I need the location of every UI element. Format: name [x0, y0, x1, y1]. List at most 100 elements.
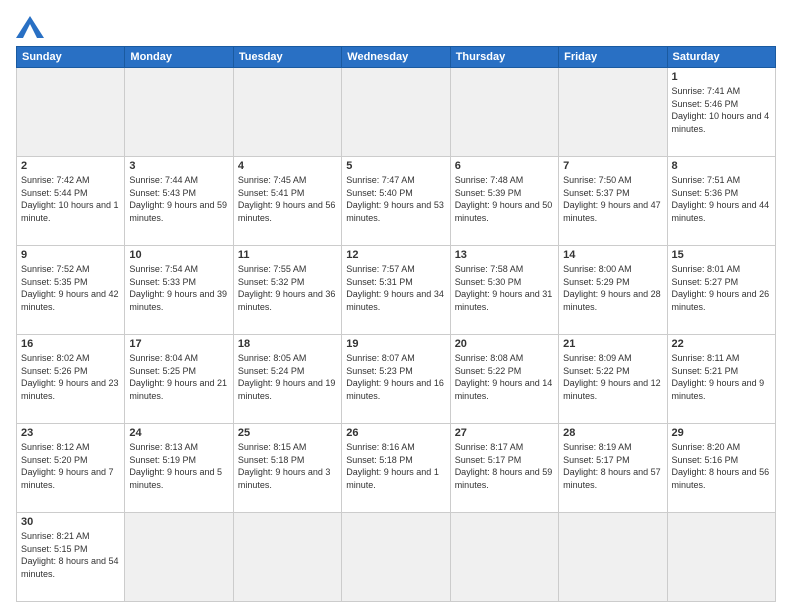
day-info: Sunrise: 8:21 AM Sunset: 5:15 PM Dayligh…	[21, 530, 120, 580]
day-info: Sunrise: 7:45 AM Sunset: 5:41 PM Dayligh…	[238, 174, 337, 224]
day-number: 2	[21, 160, 120, 172]
day-info: Sunrise: 8:12 AM Sunset: 5:20 PM Dayligh…	[21, 441, 120, 491]
day-number: 14	[563, 249, 662, 261]
calendar-cell: 21 Sunrise: 8:09 AM Sunset: 5:22 PM Dayli…	[559, 335, 667, 424]
day-number: 12	[346, 249, 445, 261]
calendar-header-saturday: Saturday	[667, 47, 775, 68]
day-number: 3	[129, 160, 228, 172]
calendar-cell	[125, 513, 233, 602]
day-number: 11	[238, 249, 337, 261]
calendar-cell	[125, 68, 233, 157]
calendar-week-row: 9Sunrise: 7:52 AM Sunset: 5:35 PM Daylig…	[17, 246, 776, 335]
calendar-cell	[559, 513, 667, 602]
day-info: Sunrise: 8:16 AM Sunset: 5:18 PM Dayligh…	[346, 441, 445, 491]
calendar-cell	[233, 513, 341, 602]
day-number: 18	[238, 338, 337, 350]
calendar-header-sunday: Sunday	[17, 47, 125, 68]
day-number: 30	[21, 516, 120, 528]
calendar-cell	[342, 513, 450, 602]
calendar-cell: 28 Sunrise: 8:19 AM Sunset: 5:17 PM Dayli…	[559, 424, 667, 513]
day-info: Sunrise: 8:01 AM Sunset: 5:27 PM Dayligh…	[672, 263, 771, 313]
day-number: 27	[455, 427, 554, 439]
day-info: Sunrise: 7:41 AM Sunset: 5:46 PM Dayligh…	[672, 85, 771, 135]
day-info: Sunrise: 7:58 AM Sunset: 5:30 PM Dayligh…	[455, 263, 554, 313]
calendar-cell: 1 Sunrise: 7:41 AM Sunset: 5:46 PM Daylig…	[667, 68, 775, 157]
calendar-cell: 10Sunrise: 7:54 AM Sunset: 5:33 PM Dayli…	[125, 246, 233, 335]
day-info: Sunrise: 8:02 AM Sunset: 5:26 PM Dayligh…	[21, 352, 120, 402]
page: SundayMondayTuesdayWednesdayThursdayFrid…	[0, 0, 792, 612]
day-number: 10	[129, 249, 228, 261]
day-info: Sunrise: 7:51 AM Sunset: 5:36 PM Dayligh…	[672, 174, 771, 224]
calendar-cell: 11Sunrise: 7:55 AM Sunset: 5:32 PM Dayli…	[233, 246, 341, 335]
day-number: 9	[21, 249, 120, 261]
day-number: 16	[21, 338, 120, 350]
calendar-cell: 30 Sunrise: 8:21 AM Sunset: 5:15 PM Dayli…	[17, 513, 125, 602]
day-info: Sunrise: 7:57 AM Sunset: 5:31 PM Dayligh…	[346, 263, 445, 313]
calendar-header-monday: Monday	[125, 47, 233, 68]
day-number: 15	[672, 249, 771, 261]
day-number: 21	[563, 338, 662, 350]
day-info: Sunrise: 7:50 AM Sunset: 5:37 PM Dayligh…	[563, 174, 662, 224]
day-info: Sunrise: 7:44 AM Sunset: 5:43 PM Dayligh…	[129, 174, 228, 224]
day-number: 26	[346, 427, 445, 439]
calendar: SundayMondayTuesdayWednesdayThursdayFrid…	[16, 46, 776, 602]
day-info: Sunrise: 8:19 AM Sunset: 5:17 PM Dayligh…	[563, 441, 662, 491]
calendar-cell: 6 Sunrise: 7:48 AM Sunset: 5:39 PM Daylig…	[450, 157, 558, 246]
calendar-cell	[450, 68, 558, 157]
calendar-cell: 23Sunrise: 8:12 AM Sunset: 5:20 PM Dayli…	[17, 424, 125, 513]
calendar-cell: 20Sunrise: 8:08 AM Sunset: 5:22 PM Dayli…	[450, 335, 558, 424]
calendar-cell: 8Sunrise: 7:51 AM Sunset: 5:36 PM Daylig…	[667, 157, 775, 246]
calendar-cell: 5 Sunrise: 7:47 AM Sunset: 5:40 PM Daylig…	[342, 157, 450, 246]
calendar-header-wednesday: Wednesday	[342, 47, 450, 68]
calendar-cell	[233, 68, 341, 157]
calendar-cell: 4 Sunrise: 7:45 AM Sunset: 5:41 PM Daylig…	[233, 157, 341, 246]
calendar-cell	[450, 513, 558, 602]
day-number: 25	[238, 427, 337, 439]
calendar-cell: 25 Sunrise: 8:15 AM Sunset: 5:18 PM Dayli…	[233, 424, 341, 513]
day-info: Sunrise: 8:05 AM Sunset: 5:24 PM Dayligh…	[238, 352, 337, 402]
calendar-header-tuesday: Tuesday	[233, 47, 341, 68]
day-info: Sunrise: 7:42 AM Sunset: 5:44 PM Dayligh…	[21, 174, 120, 224]
day-number: 28	[563, 427, 662, 439]
day-number: 29	[672, 427, 771, 439]
day-info: Sunrise: 8:00 AM Sunset: 5:29 PM Dayligh…	[563, 263, 662, 313]
day-number: 1	[672, 71, 771, 83]
calendar-cell: 17Sunrise: 8:04 AM Sunset: 5:25 PM Dayli…	[125, 335, 233, 424]
calendar-week-row: 2 Sunrise: 7:42 AM Sunset: 5:44 PM Daylig…	[17, 157, 776, 246]
calendar-cell	[17, 68, 125, 157]
calendar-cell: 9Sunrise: 7:52 AM Sunset: 5:35 PM Daylig…	[17, 246, 125, 335]
day-info: Sunrise: 8:08 AM Sunset: 5:22 PM Dayligh…	[455, 352, 554, 402]
day-number: 13	[455, 249, 554, 261]
calendar-cell: 27Sunrise: 8:17 AM Sunset: 5:17 PM Dayli…	[450, 424, 558, 513]
calendar-week-row: 23Sunrise: 8:12 AM Sunset: 5:20 PM Dayli…	[17, 424, 776, 513]
day-info: Sunrise: 8:07 AM Sunset: 5:23 PM Dayligh…	[346, 352, 445, 402]
day-number: 4	[238, 160, 337, 172]
calendar-cell: 3 Sunrise: 7:44 AM Sunset: 5:43 PM Daylig…	[125, 157, 233, 246]
day-info: Sunrise: 8:13 AM Sunset: 5:19 PM Dayligh…	[129, 441, 228, 491]
logo-icon	[16, 16, 44, 38]
calendar-cell	[342, 68, 450, 157]
day-info: Sunrise: 8:20 AM Sunset: 5:16 PM Dayligh…	[672, 441, 771, 491]
day-info: Sunrise: 7:48 AM Sunset: 5:39 PM Dayligh…	[455, 174, 554, 224]
day-number: 24	[129, 427, 228, 439]
calendar-cell: 26 Sunrise: 8:16 AM Sunset: 5:18 PM Dayli…	[342, 424, 450, 513]
calendar-week-row: 1 Sunrise: 7:41 AM Sunset: 5:46 PM Daylig…	[17, 68, 776, 157]
calendar-cell: 13 Sunrise: 7:58 AM Sunset: 5:30 PM Dayli…	[450, 246, 558, 335]
day-info: Sunrise: 8:09 AM Sunset: 5:22 PM Dayligh…	[563, 352, 662, 402]
calendar-week-row: 30 Sunrise: 8:21 AM Sunset: 5:15 PM Dayli…	[17, 513, 776, 602]
calendar-cell: 14 Sunrise: 8:00 AM Sunset: 5:29 PM Dayli…	[559, 246, 667, 335]
calendar-cell: 22Sunrise: 8:11 AM Sunset: 5:21 PM Dayli…	[667, 335, 775, 424]
day-info: Sunrise: 8:15 AM Sunset: 5:18 PM Dayligh…	[238, 441, 337, 491]
day-number: 6	[455, 160, 554, 172]
calendar-cell: 19Sunrise: 8:07 AM Sunset: 5:23 PM Dayli…	[342, 335, 450, 424]
day-number: 5	[346, 160, 445, 172]
calendar-cell: 12 Sunrise: 7:57 AM Sunset: 5:31 PM Dayli…	[342, 246, 450, 335]
calendar-cell: 2 Sunrise: 7:42 AM Sunset: 5:44 PM Daylig…	[17, 157, 125, 246]
header	[16, 16, 776, 38]
day-number: 7	[563, 160, 662, 172]
calendar-header-thursday: Thursday	[450, 47, 558, 68]
calendar-cell	[667, 513, 775, 602]
day-number: 22	[672, 338, 771, 350]
day-info: Sunrise: 7:47 AM Sunset: 5:40 PM Dayligh…	[346, 174, 445, 224]
calendar-header-row: SundayMondayTuesdayWednesdayThursdayFrid…	[17, 47, 776, 68]
